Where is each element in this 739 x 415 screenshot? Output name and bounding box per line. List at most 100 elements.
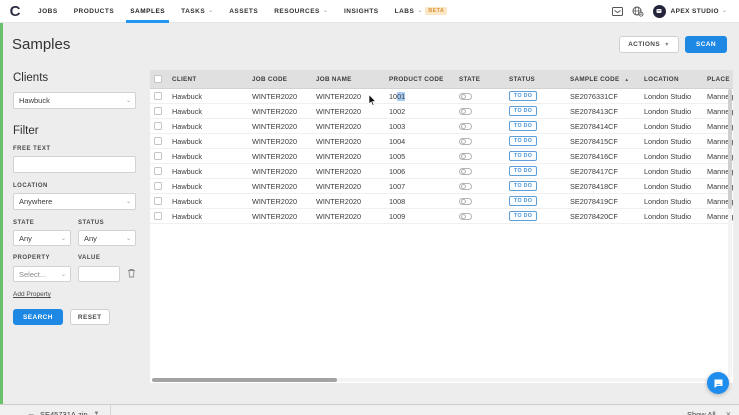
page-title: Samples bbox=[12, 36, 70, 53]
row-checkbox[interactable] bbox=[154, 182, 162, 190]
beta-badge: BETA bbox=[425, 7, 447, 15]
table-row[interactable]: Hawbuck WINTER2020 WINTER2020 1006 TO DO… bbox=[150, 164, 733, 179]
search-button[interactable]: SEARCH bbox=[13, 309, 63, 325]
column-header-location[interactable]: LOCATION bbox=[640, 76, 703, 83]
chevron-down-icon: ⌄ bbox=[417, 8, 422, 14]
state-toggle-icon[interactable] bbox=[459, 213, 472, 220]
scan-button[interactable]: SCAN bbox=[685, 36, 727, 53]
table-row[interactable]: Hawbuck WINTER2020 WINTER2020 1002 TO DO… bbox=[150, 104, 733, 119]
nav-item-label: INSIGHTS bbox=[344, 8, 379, 15]
chevron-down-icon: ⌄ bbox=[126, 198, 131, 205]
select-all-checkbox[interactable] bbox=[154, 75, 162, 83]
state-toggle-icon[interactable] bbox=[459, 108, 472, 115]
value-input[interactable] bbox=[78, 266, 120, 282]
nav-item-insights[interactable]: INSIGHTS bbox=[336, 0, 387, 23]
table-row[interactable]: Hawbuck WINTER2020 WINTER2020 1005 TO DO… bbox=[150, 149, 733, 164]
vertical-scrollbar[interactable] bbox=[728, 89, 732, 377]
horizontal-scrollbar-thumb[interactable] bbox=[152, 378, 337, 382]
nav-item-label: RESOURCES bbox=[274, 8, 320, 15]
cell-location: London Studio bbox=[640, 122, 703, 131]
value-label: VALUE bbox=[78, 255, 136, 261]
table-row[interactable]: Hawbuck WINTER2020 WINTER2020 1001 TO DO… bbox=[150, 89, 733, 104]
state-toggle-icon[interactable] bbox=[459, 93, 472, 100]
close-downloads-bar-icon[interactable]: × bbox=[726, 409, 731, 415]
column-header-client[interactable]: CLIENT bbox=[168, 76, 248, 83]
messages-icon[interactable] bbox=[612, 7, 623, 16]
state-toggle-icon[interactable] bbox=[459, 123, 472, 130]
state-select[interactable]: Any ⌄ bbox=[13, 230, 71, 246]
nav-items: JOBS PRODUCTS SAMPLES TASKS ⌄ ASSETS RES… bbox=[30, 0, 455, 23]
state-toggle-icon[interactable] bbox=[459, 183, 472, 190]
property-label: PROPERTY bbox=[13, 255, 71, 261]
horizontal-scrollbar[interactable] bbox=[152, 378, 725, 382]
row-checkbox[interactable] bbox=[154, 107, 162, 115]
column-header-status[interactable]: STATUS bbox=[505, 76, 566, 83]
table-row[interactable]: Hawbuck WINTER2020 WINTER2020 1007 TO DO… bbox=[150, 179, 733, 194]
free-text-label: FREE TEXT bbox=[13, 146, 136, 152]
downloads-bar-right: Show All × bbox=[687, 405, 739, 415]
table-row[interactable]: Hawbuck WINTER2020 WINTER2020 1003 TO DO… bbox=[150, 119, 733, 134]
row-checkbox[interactable] bbox=[154, 212, 162, 220]
add-property-link[interactable]: Add Property bbox=[13, 291, 136, 298]
cell-client: Hawbuck bbox=[168, 167, 248, 176]
client-select[interactable]: Hawbuck ⌄ bbox=[13, 92, 136, 109]
globe-settings-icon[interactable] bbox=[632, 6, 644, 17]
nav-item-samples[interactable]: SAMPLES bbox=[122, 0, 173, 23]
search-button-label: SEARCH bbox=[23, 314, 53, 321]
property-select-value: Select... bbox=[19, 270, 46, 279]
filter-sidebar: Clients Hawbuck ⌄ Filter FREE TEXT LOCAT… bbox=[0, 66, 148, 404]
cell-product-code: 1008 bbox=[385, 197, 455, 206]
nav-item-label: TASKS bbox=[181, 8, 205, 15]
cell-job-code: WINTER2020 bbox=[248, 182, 312, 191]
column-header-sample-code[interactable]: SAMPLE CODE ▲ bbox=[566, 76, 640, 83]
location-select[interactable]: Anywhere ⌄ bbox=[13, 193, 136, 210]
column-header-job-name[interactable]: JOB NAME bbox=[312, 76, 385, 83]
show-all-downloads-link[interactable]: Show All bbox=[687, 410, 716, 415]
column-header-place[interactable]: PLACE bbox=[703, 76, 733, 83]
column-header-state[interactable]: STATE bbox=[455, 76, 505, 83]
chat-launcher-button[interactable] bbox=[707, 372, 729, 394]
account-name: APEX STUDIO bbox=[671, 8, 719, 15]
property-select[interactable]: Select... ⌄ bbox=[13, 266, 71, 282]
table-row[interactable]: Hawbuck WINTER2020 WINTER2020 1009 TO DO… bbox=[150, 209, 733, 224]
chevron-down-icon[interactable]: ▼ bbox=[94, 411, 100, 415]
download-item[interactable]: SE45731A.zip ▼ bbox=[0, 405, 111, 415]
row-checkbox[interactable] bbox=[154, 167, 162, 175]
nav-item-resources[interactable]: RESOURCES ⌄ bbox=[266, 0, 336, 23]
table-row[interactable]: Hawbuck WINTER2020 WINTER2020 1004 TO DO… bbox=[150, 134, 733, 149]
status-select[interactable]: Any ⌄ bbox=[78, 230, 136, 246]
column-header-product-code[interactable]: PRODUCT CODE bbox=[385, 76, 455, 83]
status-badge: TO DO bbox=[509, 136, 537, 146]
nav-item-products[interactable]: PRODUCTS bbox=[66, 0, 122, 23]
vertical-scrollbar-thumb[interactable] bbox=[728, 89, 732, 209]
table-row[interactable]: Hawbuck WINTER2020 WINTER2020 1008 TO DO… bbox=[150, 194, 733, 209]
cell-client: Hawbuck bbox=[168, 137, 248, 146]
reset-button[interactable]: RESET bbox=[70, 309, 110, 325]
state-toggle-icon[interactable] bbox=[459, 138, 472, 145]
row-checkbox[interactable] bbox=[154, 92, 162, 100]
row-checkbox[interactable] bbox=[154, 137, 162, 145]
row-checkbox[interactable] bbox=[154, 152, 162, 160]
nav-item-labs[interactable]: LABS ⌄ BETA bbox=[387, 0, 456, 23]
nav-item-tasks[interactable]: TASKS ⌄ bbox=[173, 0, 221, 23]
actions-button[interactable]: ACTIONS ▼ bbox=[619, 36, 679, 53]
app-window: C JOBS PRODUCTS SAMPLES TASKS ⌄ ASSETS R… bbox=[0, 0, 739, 415]
nav-item-jobs[interactable]: JOBS bbox=[30, 0, 66, 23]
state-toggle-icon[interactable] bbox=[459, 168, 472, 175]
account-menu[interactable]: APEX STUDIO ⌄ bbox=[653, 5, 728, 18]
nav-right: APEX STUDIO ⌄ bbox=[612, 5, 739, 18]
cell-product-code: 1005 bbox=[385, 152, 455, 161]
app-logo[interactable]: C bbox=[0, 3, 30, 20]
cell-location: London Studio bbox=[640, 137, 703, 146]
state-toggle-icon[interactable] bbox=[459, 153, 472, 160]
state-select-value: Any bbox=[19, 234, 32, 243]
row-checkbox[interactable] bbox=[154, 122, 162, 130]
free-text-input[interactable] bbox=[13, 156, 136, 173]
column-header-job-code[interactable]: JOB CODE bbox=[248, 76, 312, 83]
row-checkbox[interactable] bbox=[154, 197, 162, 205]
cell-sample-code: SE2078419CF bbox=[566, 197, 640, 206]
cell-job-name: WINTER2020 bbox=[312, 152, 385, 161]
delete-property-icon[interactable] bbox=[127, 265, 136, 283]
state-toggle-icon[interactable] bbox=[459, 198, 472, 205]
nav-item-assets[interactable]: ASSETS bbox=[221, 0, 266, 23]
